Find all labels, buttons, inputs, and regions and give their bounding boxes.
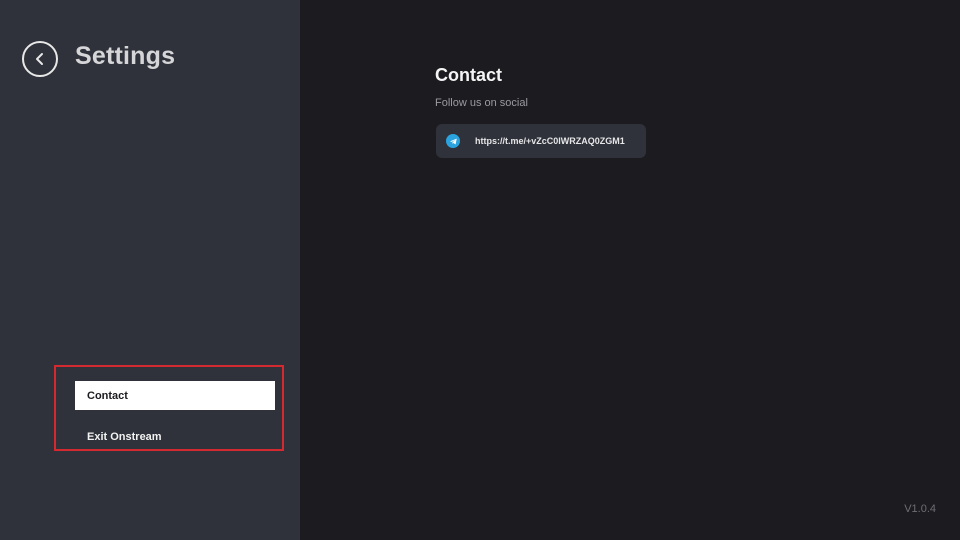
menu-item-contact[interactable]: Contact [75,381,275,410]
settings-screen: Settings Contact Exit Onstream Contact F… [0,0,960,540]
telegram-icon [446,134,460,148]
main-content: Contact Follow us on social https://t.me… [300,0,960,540]
back-button[interactable] [22,41,58,77]
telegram-link[interactable]: https://t.me/+vZcC0lWRZAQ0ZGM1 [436,124,646,158]
sidebar: Settings Contact Exit Onstream [0,0,300,540]
menu-item-exit-onstream[interactable]: Exit Onstream [75,422,275,451]
telegram-link-url: https://t.me/+vZcC0lWRZAQ0ZGM1 [475,136,625,146]
section-title: Contact [435,65,502,85]
page-title: Settings [75,42,176,70]
section-subtitle: Follow us on social [435,97,528,109]
chevron-left-icon [36,53,43,65]
version-label: V1.0.4 [904,503,936,515]
